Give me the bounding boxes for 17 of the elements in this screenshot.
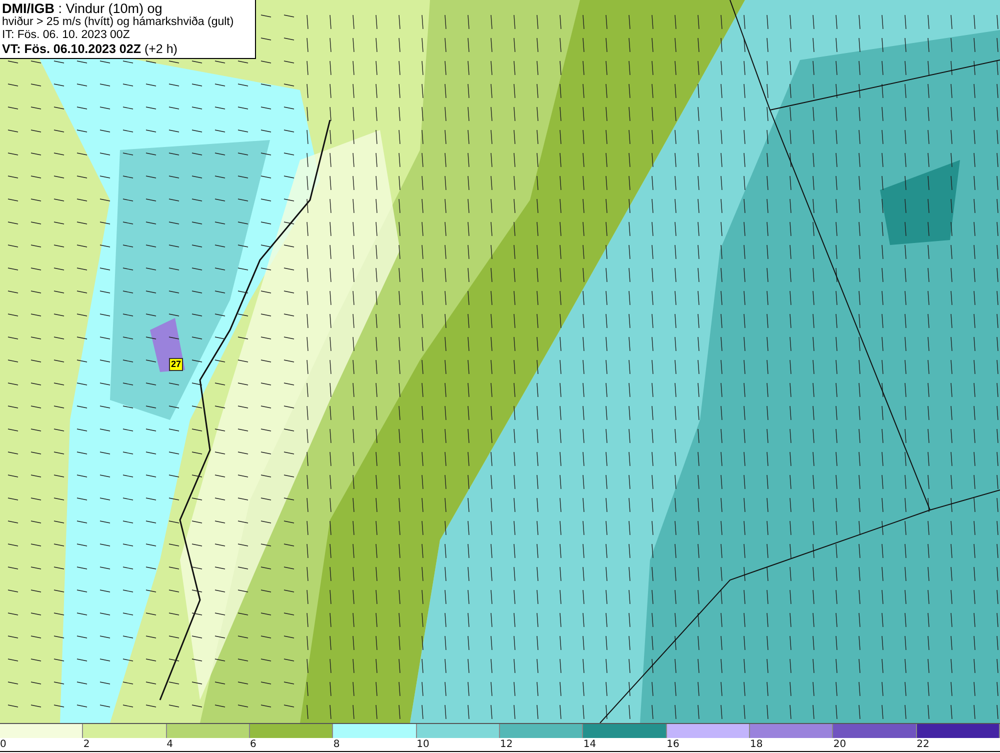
legend-label: 20 — [833, 738, 846, 751]
legend-label: 18 — [750, 738, 763, 751]
legend-label: 4 — [166, 738, 174, 751]
max-gust-label: 27 — [169, 358, 184, 371]
title-line: hviður > 25 m/s (hvítt) og hámarkshviða (gult) — [2, 16, 235, 29]
legend-label: 6 — [250, 738, 256, 751]
legend-label: 16 — [666, 738, 680, 751]
legend-label: 2 — [83, 738, 90, 751]
legend-label: 8 — [333, 738, 340, 751]
legend-label: 12 — [500, 738, 513, 751]
legend-label: 10 — [416, 738, 430, 751]
title-line: IT: Fös. 06. 10. 2023 00Z — [2, 29, 131, 42]
legend-label: 0 — [0, 738, 6, 751]
title-line: VT: Fös. 06.10.2023 02Z (+2 h) — [2, 42, 178, 56]
legend-label: 22 — [916, 738, 930, 751]
title-line: DMI/IGB : Vindur (10m) og — [2, 1, 164, 16]
legend-label: 14 — [583, 738, 596, 751]
